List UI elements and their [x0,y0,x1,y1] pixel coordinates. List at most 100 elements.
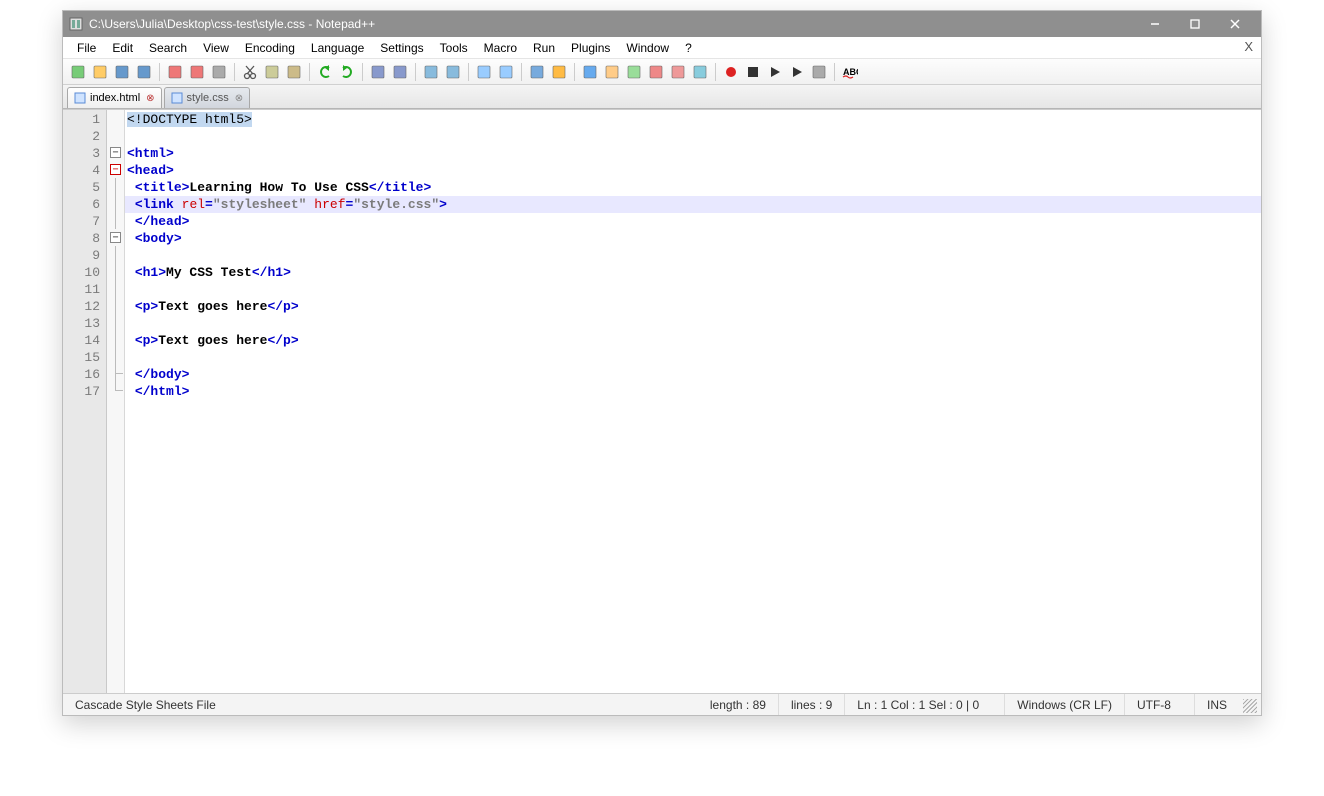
print-icon[interactable] [210,63,228,81]
line-number[interactable]: 7 [63,213,106,230]
menu-window[interactable]: Window [618,39,677,57]
menu-search[interactable]: Search [141,39,195,57]
menu-edit[interactable]: Edit [104,39,141,57]
play-macro-icon[interactable] [766,63,784,81]
spellcheck-icon[interactable]: ABC [841,63,859,81]
zoom-in-icon[interactable] [422,63,440,81]
fold-cell[interactable]: − [107,144,124,161]
doc-map-icon[interactable] [625,63,643,81]
line-number[interactable]: 1 [63,111,106,128]
line-number-gutter[interactable]: 1234567891011121314151617 [63,110,107,693]
code-line[interactable]: </head> [125,213,1261,230]
fold-cell[interactable] [107,365,124,382]
line-number[interactable]: 2 [63,128,106,145]
fold-cell[interactable] [107,195,124,212]
menu-settings[interactable]: Settings [372,39,431,57]
find-icon[interactable] [369,63,387,81]
editor[interactable]: 1234567891011121314151617 −−− <!DOCTYPE … [63,109,1261,693]
code-area[interactable]: <!DOCTYPE html5><html><head> <title>Lear… [125,110,1261,693]
undo-icon[interactable] [316,63,334,81]
open-file-icon[interactable] [91,63,109,81]
code-line[interactable]: <p>Text goes here</p> [125,298,1261,315]
code-line[interactable] [125,247,1261,264]
fold-cell[interactable]: − [107,161,124,178]
fold-cell[interactable] [107,314,124,331]
close-all-icon[interactable] [188,63,206,81]
code-line[interactable] [125,281,1261,298]
sync-v-icon[interactable] [475,63,493,81]
save-macro-icon[interactable] [810,63,828,81]
lang-icon[interactable] [603,63,621,81]
tab-index-html[interactable]: index.html⊗ [67,87,162,108]
code-line[interactable]: <h1>My CSS Test</h1> [125,264,1261,281]
titlebar[interactable]: C:\Users\Julia\Desktop\css-test\style.cs… [63,11,1261,37]
zoom-out-icon[interactable] [444,63,462,81]
fold-cell[interactable] [107,297,124,314]
fold-cell[interactable] [107,110,124,127]
line-number[interactable]: 5 [63,179,106,196]
line-number[interactable]: 12 [63,298,106,315]
line-number[interactable]: 17 [63,383,106,400]
tab-style-css[interactable]: style.css⊗ [164,87,251,108]
line-number[interactable]: 9 [63,247,106,264]
fold-cell[interactable] [107,331,124,348]
save-all-icon[interactable] [135,63,153,81]
fold-toggle-icon[interactable]: − [110,164,121,175]
menu-tools[interactable]: Tools [432,39,476,57]
close-file-icon[interactable] [166,63,184,81]
fold-cell[interactable] [107,212,124,229]
fold-cell[interactable] [107,178,124,195]
func-list-icon[interactable] [647,63,665,81]
close-window-button[interactable] [1215,11,1255,37]
stop-macro-icon[interactable] [744,63,762,81]
code-line[interactable]: </body> [125,366,1261,383]
code-line[interactable]: <body> [125,230,1261,247]
sync-h-icon[interactable] [497,63,515,81]
code-line[interactable]: <!DOCTYPE html5> [125,111,1261,128]
line-number[interactable]: 3 [63,145,106,162]
code-line[interactable] [125,315,1261,332]
menu-[interactable]: ? [677,39,700,57]
fold-toggle-icon[interactable]: − [110,147,121,158]
fold-cell[interactable] [107,127,124,144]
line-number[interactable]: 4 [63,162,106,179]
fold-cell[interactable] [107,263,124,280]
menu-run[interactable]: Run [525,39,563,57]
tab-close-icon[interactable]: ⊗ [235,93,243,104]
line-number[interactable]: 16 [63,366,106,383]
code-line[interactable]: <head> [125,162,1261,179]
line-number[interactable]: 8 [63,230,106,247]
redo-icon[interactable] [338,63,356,81]
code-line[interactable]: <html> [125,145,1261,162]
menu-plugins[interactable]: Plugins [563,39,618,57]
line-number[interactable]: 11 [63,281,106,298]
fold-cell[interactable] [107,280,124,297]
new-file-icon[interactable] [69,63,87,81]
fold-cell[interactable] [107,246,124,263]
code-line[interactable]: <p>Text goes here</p> [125,332,1261,349]
fold-column[interactable]: − − − [107,110,125,693]
menu-macro[interactable]: Macro [476,39,525,57]
fold-cell[interactable] [107,382,124,399]
save-icon[interactable] [113,63,131,81]
line-number[interactable]: 14 [63,332,106,349]
replace-icon[interactable] [391,63,409,81]
menu-language[interactable]: Language [303,39,372,57]
cut-icon[interactable] [241,63,259,81]
menu-view[interactable]: View [195,39,237,57]
monitor-icon[interactable] [691,63,709,81]
wrap-icon[interactable] [528,63,546,81]
record-macro-icon[interactable] [722,63,740,81]
close-doc-button[interactable]: X [1244,39,1253,54]
tab-close-icon[interactable]: ⊗ [146,93,154,104]
code-line[interactable] [125,349,1261,366]
all-chars-icon[interactable] [550,63,568,81]
fold-toggle-icon[interactable]: − [110,232,121,243]
code-line[interactable] [125,128,1261,145]
minimize-button[interactable] [1135,11,1175,37]
copy-icon[interactable] [263,63,281,81]
maximize-button[interactable] [1175,11,1215,37]
folder-icon[interactable] [669,63,687,81]
fold-cell[interactable] [107,348,124,365]
menu-encoding[interactable]: Encoding [237,39,303,57]
